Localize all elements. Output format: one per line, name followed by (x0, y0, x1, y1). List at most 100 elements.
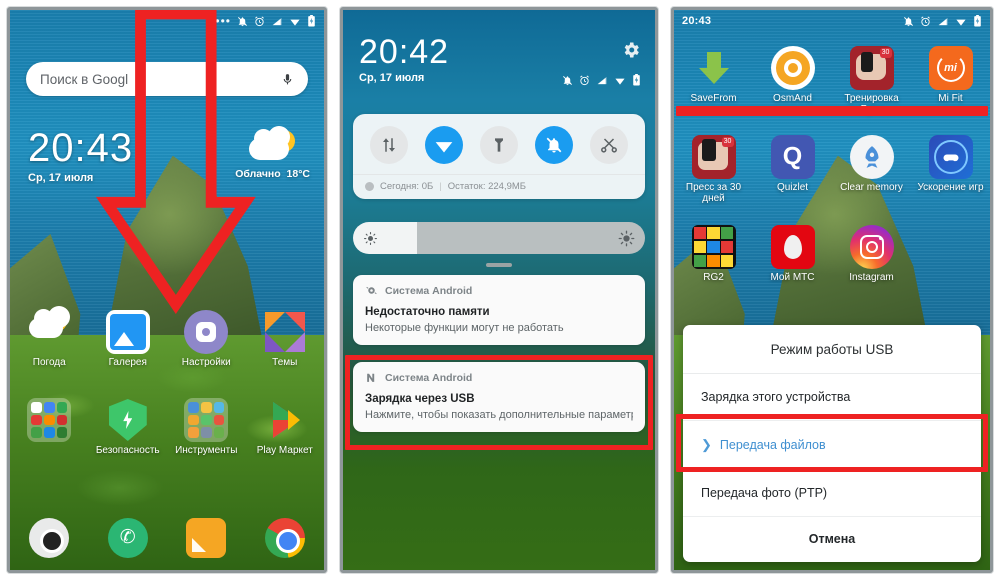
app-row-2: Безопасность Инструменты Play Маркет (10, 398, 324, 456)
dock-camera[interactable] (10, 518, 89, 558)
search-input[interactable]: Поиск в Googl (40, 72, 281, 87)
flashlight-tile[interactable] (479, 126, 518, 164)
microphone-icon[interactable] (281, 71, 294, 88)
app-themes[interactable]: Темы (246, 310, 325, 368)
app-weather[interactable]: Погода (10, 306, 89, 368)
app-label: Погода (32, 357, 66, 368)
bell-muted-icon (904, 16, 913, 26)
data-usage-row[interactable]: Сегодня: 0Б | Остаток: 224,9МБ (353, 174, 645, 199)
usb-cancel-button[interactable]: Отмена (683, 517, 981, 562)
google-search-bar[interactable]: Поиск в Googl (26, 62, 308, 96)
quick-settings-tiles (353, 114, 645, 174)
dock-phone[interactable]: ✆ (89, 518, 168, 558)
app-label: Quizlet (776, 182, 809, 193)
usb-dialog-title: Режим работы USB (683, 325, 981, 374)
android-n-icon (367, 373, 375, 382)
app-security[interactable]: Безопасность (89, 398, 168, 456)
clear-memory-icon (849, 135, 894, 179)
notification-body: Нажмите, чтобы показать дополнительные п… (365, 409, 633, 421)
shade-drag-handle[interactable] (486, 263, 512, 267)
app-quizlet[interactable]: Q Quizlet (753, 135, 832, 204)
data-usage-today: Сегодня: 0Б (380, 181, 434, 192)
arm-workout-icon: 30 (849, 46, 894, 90)
phone-screen-usb-dialog: 20:43 SaveFrom OsmAnd 30 Тренировка Руки… (671, 7, 993, 573)
clock-widget[interactable]: 20:43 Ср, 17 июля (28, 128, 133, 184)
savefrom-icon (692, 46, 736, 90)
folder-google[interactable] (10, 398, 89, 456)
phone-icon: ✆ (107, 518, 148, 558)
abs-30days-icon: 30 (691, 135, 736, 179)
app-abs-30-days[interactable]: 30 Пресс за 30 дней (674, 135, 753, 204)
app-settings[interactable]: Настройки (167, 310, 246, 368)
folder-tools[interactable]: Инструменты (167, 398, 246, 456)
settings-gear-icon[interactable] (621, 40, 641, 60)
instagram-icon (849, 225, 894, 269)
notification-app-row: Система Android (365, 284, 633, 297)
weather-app-icon (27, 306, 71, 354)
dock: ✆ (10, 518, 324, 558)
notification-app-row: Система Android (365, 371, 633, 384)
phone-screen-notification-shade: 20:42 Ср, 17 июля Сегодня: 0Б | Остаток:… (340, 7, 658, 573)
app-savefrom[interactable]: SaveFrom (674, 46, 753, 115)
app-empty-slot (911, 225, 990, 283)
notification-title: Зарядка через USB (365, 393, 475, 405)
status-bar: 20:43 (674, 10, 990, 32)
quick-settings-card: Сегодня: 0Б | Остаток: 224,9МБ (353, 114, 645, 199)
notification-usb-charging[interactable]: Система Android Зарядка через USB Нажмит… (353, 362, 645, 432)
app-label: Настройки (181, 357, 231, 368)
alarm-icon (921, 16, 930, 26)
app-label: OsmAnd (773, 93, 812, 104)
clock-time: 20:43 (28, 126, 134, 170)
brightness-slider[interactable] (353, 222, 645, 254)
empty-icon (929, 225, 973, 269)
usb-option-file-transfer[interactable]: ❯ Передача файлов (683, 421, 981, 470)
app-label: Play Маркет (256, 445, 313, 456)
osmand-icon (770, 46, 815, 90)
chrome-icon (264, 518, 305, 558)
notification-body: Некоторые функции могут не работать (365, 322, 564, 334)
app-label: Instagram (849, 272, 894, 283)
app-rg2[interactable]: RG2 (674, 225, 753, 283)
signal-icon (272, 17, 282, 25)
wifi-tile[interactable] (424, 126, 463, 164)
app-mts[interactable]: Мой МТС (753, 225, 832, 283)
mifit-icon: mi (928, 46, 973, 90)
dock-messages[interactable] (167, 518, 246, 558)
app-clear-memory[interactable]: Clear memory (832, 135, 911, 204)
messages-icon (186, 518, 227, 558)
camera-icon (29, 518, 70, 558)
brightness-low-icon (364, 231, 377, 245)
weather-widget[interactable]: Облачно 18°C (235, 126, 310, 180)
app-arm-workout[interactable]: 30 Тренировка Руки (832, 46, 911, 115)
wifi-icon (615, 78, 625, 85)
data-transfer-tile[interactable] (369, 126, 408, 164)
shade-clock-time: 20:42 (359, 33, 450, 71)
status-bar-time: 20:43 (682, 15, 712, 27)
notification-low-memory[interactable]: Система Android Недостаточно памяти Неко… (353, 275, 645, 345)
app-play-store[interactable]: Play Маркет (246, 398, 325, 456)
app-label: Ускорение игр (917, 182, 984, 193)
app-game-booster[interactable]: Ускорение игр (911, 135, 990, 204)
app-gallery[interactable]: Галерея (89, 310, 168, 368)
usb-option-charging[interactable]: Зарядка этого устройства (683, 374, 981, 421)
app-row-3: RG2 Мой МТС Instagram (674, 225, 990, 283)
app-label: SaveFrom (690, 93, 737, 104)
app-label: Мой МТС (770, 272, 815, 283)
dock-chrome[interactable] (246, 518, 325, 558)
wifi-icon (956, 19, 966, 26)
signal-icon (938, 17, 948, 25)
screenshot-tile[interactable] (590, 126, 629, 164)
partly-cloudy-icon (245, 126, 301, 166)
data-usage-icon (365, 182, 374, 191)
usb-option-label: Зарядка этого устройства (701, 390, 851, 404)
usb-option-label: Передача фото (PTP) (701, 486, 828, 500)
app-osmand[interactable]: OsmAnd (753, 46, 832, 115)
app-instagram[interactable]: Instagram (832, 225, 911, 283)
alarm-icon (255, 16, 264, 26)
data-usage-remaining: Остаток: 224,9МБ (447, 181, 527, 192)
silent-mode-tile[interactable] (535, 126, 574, 164)
chevron-right-icon: ❯ (701, 437, 712, 452)
app-mifit[interactable]: mi Mi Fit (911, 46, 990, 115)
app-row-1: SaveFrom OsmAnd 30 Тренировка Руки mi Mi… (674, 46, 990, 115)
usb-option-ptp[interactable]: Передача фото (PTP) (683, 470, 981, 517)
